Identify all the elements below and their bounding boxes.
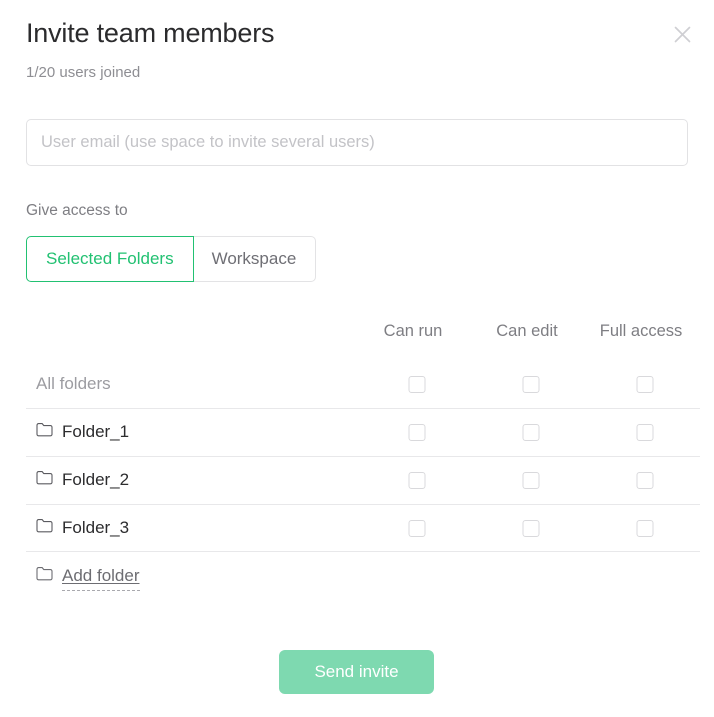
users-joined-count: 1/20 users joined bbox=[26, 64, 141, 81]
column-header-full-access: Full access bbox=[599, 322, 683, 340]
table-row: Folder_2 bbox=[0, 456, 714, 504]
checkbox-folder-2-can-edit[interactable] bbox=[522, 471, 540, 489]
folder-icon bbox=[36, 518, 53, 538]
checkbox-folder-2-full-access[interactable] bbox=[636, 471, 654, 489]
invite-team-members-dialog: Invite team members 1/20 users joined Gi… bbox=[0, 0, 714, 717]
folder-icon bbox=[36, 566, 53, 586]
checkbox-all-folders-can-edit[interactable] bbox=[522, 375, 540, 393]
folder-icon bbox=[36, 422, 53, 442]
row-label-folder-3: Folder_3 bbox=[36, 504, 129, 552]
permissions-table-header: Can run Can edit Full access bbox=[0, 318, 714, 360]
row-label-folder-1: Folder_1 bbox=[36, 408, 129, 456]
folder-name: Folder_1 bbox=[62, 422, 130, 441]
add-folder-label: Add folder bbox=[62, 566, 140, 591]
user-email-input[interactable] bbox=[26, 119, 688, 166]
add-folder-button[interactable]: Add folder bbox=[36, 552, 140, 600]
all-folders-label: All folders bbox=[36, 374, 111, 393]
column-header-can-run: Can run bbox=[383, 322, 443, 340]
close-icon bbox=[674, 26, 691, 43]
checkbox-folder-1-full-access[interactable] bbox=[636, 423, 654, 441]
folder-name: Folder_3 bbox=[62, 518, 130, 537]
table-row: Folder_1 bbox=[0, 408, 714, 456]
row-label-folder-2: Folder_2 bbox=[36, 456, 129, 504]
checkbox-folder-2-can-run[interactable] bbox=[408, 471, 426, 489]
checkbox-folder-3-full-access[interactable] bbox=[636, 519, 654, 537]
tab-workspace[interactable]: Workspace bbox=[192, 236, 317, 282]
close-button[interactable] bbox=[667, 19, 697, 49]
table-row: All folders bbox=[0, 360, 714, 408]
row-label-all-folders: All folders bbox=[36, 360, 111, 408]
folder-name: Folder_2 bbox=[62, 470, 130, 489]
checkbox-all-folders-can-run[interactable] bbox=[408, 375, 426, 393]
checkbox-folder-3-can-edit[interactable] bbox=[522, 519, 540, 537]
send-invite-button[interactable]: Send invite bbox=[279, 650, 434, 694]
tab-selected-folders[interactable]: Selected Folders bbox=[26, 236, 194, 282]
add-folder-row: Add folder bbox=[0, 552, 714, 600]
table-row: Folder_3 bbox=[0, 504, 714, 552]
page-title: Invite team members bbox=[26, 18, 275, 48]
folder-icon bbox=[36, 470, 53, 490]
permissions-table: Can run Can edit Full access All folders… bbox=[0, 318, 714, 600]
column-header-can-edit: Can edit bbox=[496, 322, 558, 340]
checkbox-folder-1-can-run[interactable] bbox=[408, 423, 426, 441]
checkbox-folder-1-can-edit[interactable] bbox=[522, 423, 540, 441]
checkbox-all-folders-full-access[interactable] bbox=[636, 375, 654, 393]
give-access-to-label: Give access to bbox=[26, 202, 128, 219]
checkbox-folder-3-can-run[interactable] bbox=[408, 519, 426, 537]
access-scope-tabs: Selected Folders Workspace bbox=[26, 236, 317, 282]
